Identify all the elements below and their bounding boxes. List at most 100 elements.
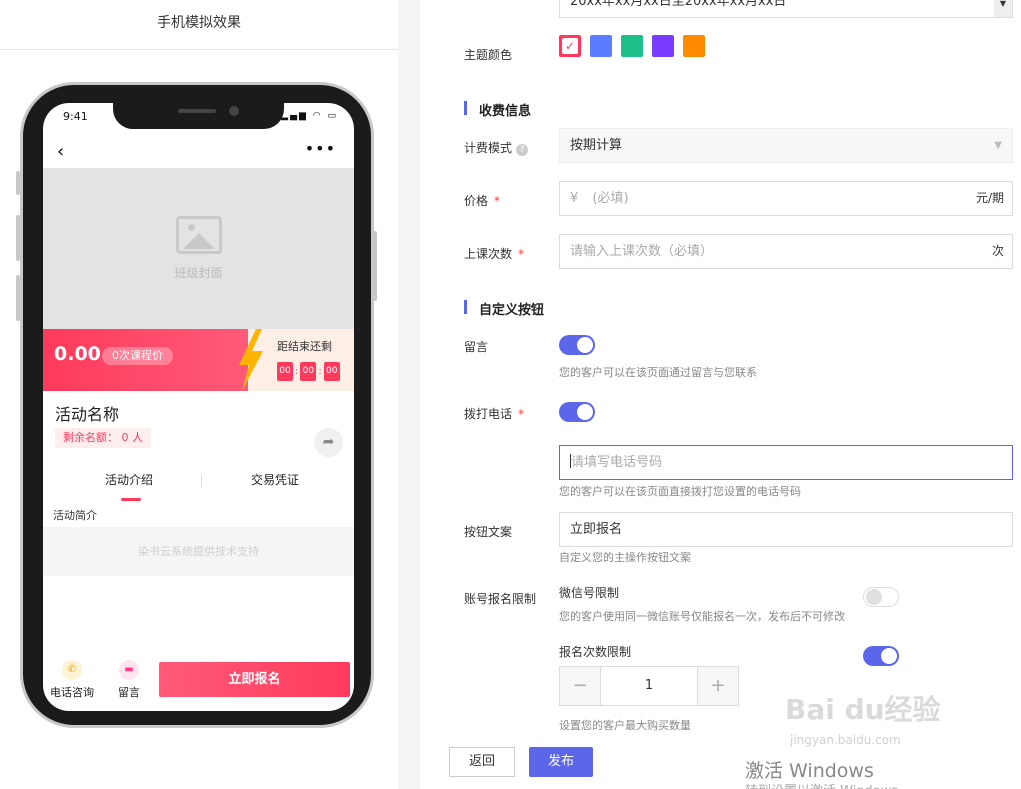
phone-consult-label: 电话咨询	[50, 686, 94, 699]
signal-wifi-battery-icon: ▂▄▆ ◠ ▭	[281, 111, 338, 121]
price-unit: 元/期	[975, 191, 1004, 205]
price-label: 价格 *	[464, 192, 500, 209]
countdown-hours: 00	[277, 362, 293, 381]
phone-number-placeholder: 请填写电话号码	[571, 455, 663, 470]
tab-divider	[201, 475, 202, 488]
call-hint: 您的客户可以在该页面直接拨打您设置的电话号码	[559, 485, 801, 498]
check-icon: ✓	[562, 38, 578, 54]
baidu-watermark-url: jingyan.baidu.com	[790, 733, 901, 747]
wechat-limit-toggle[interactable]	[863, 587, 899, 607]
lightning-icon	[239, 329, 263, 391]
countdown-separator: :	[318, 366, 322, 377]
minus-icon[interactable]: −	[560, 667, 600, 705]
baidu-watermark-logo: Bai du经验	[785, 693, 941, 726]
message-label: 留言	[118, 686, 140, 699]
billing-mode-text: 计费模式	[464, 141, 513, 155]
lessons-label-text: 上课次数	[464, 247, 513, 261]
lessons-input[interactable]: 请输入上课次数（必填） 次	[559, 234, 1013, 269]
bottom-action-bar: ✆ 电话咨询 ▬ 留言 立即报名	[43, 658, 354, 711]
price-label-text: 价格	[464, 194, 489, 208]
cover-label: 班级封面	[174, 266, 223, 280]
wechat-limit-hint: 您的客户使用同一微信账号仅能报名一次，发布后不可修改	[559, 610, 845, 623]
toggle-knob	[881, 648, 897, 664]
count-limit-hint: 设置您的客户最大购买数量	[559, 719, 691, 732]
billing-mode-label: 计费模式?	[464, 139, 529, 156]
theme-color-swatch-orange[interactable]	[683, 35, 705, 57]
call-label-text: 拨打电话	[464, 407, 513, 421]
price-input[interactable]: ¥ (必填) 元/期	[559, 181, 1013, 216]
phone-side-button	[16, 215, 20, 261]
required-mark: *	[518, 247, 525, 261]
settings-form: 20xx年xx月xx日至20xx年xx月xx日 ▼ 主题颜色 ✓ 收费信息 计费…	[420, 0, 1021, 789]
account-limit-label: 账号报名限制	[464, 592, 537, 606]
help-icon[interactable]: ?	[516, 144, 529, 156]
app-root: 手机模拟效果 9:41 ▂▄▆ ◠ ▭ ‹ ••• 班级封面 0.00 0次课程…	[0, 0, 1021, 789]
preview-title: 手机模拟效果	[0, 0, 398, 50]
chevron-down-icon: ▼	[994, 140, 1002, 151]
theme-color-swatch-green[interactable]	[621, 35, 643, 57]
dropdown-arrow-icon[interactable]: ▼	[994, 0, 1012, 17]
phone-side-button	[373, 231, 377, 301]
publish-button[interactable]: 发布	[529, 747, 593, 777]
theme-color-swatch-red[interactable]: ✓	[559, 35, 581, 57]
intro-label: 活动简介	[53, 509, 97, 522]
theme-color-swatch-purple[interactable]	[652, 35, 674, 57]
windows-activate-title: 激活 Windows	[745, 760, 874, 782]
button-text-label: 按钮文案	[464, 525, 513, 539]
toggle-knob	[577, 337, 593, 353]
count-limit-toggle[interactable]	[863, 646, 899, 666]
theme-color-swatch-blue[interactable]	[590, 35, 612, 57]
countdown-minutes: 00	[300, 362, 317, 381]
enroll-button[interactable]: 立即报名	[159, 662, 350, 697]
activity-name: 活动名称	[55, 405, 120, 424]
image-placeholder-icon	[176, 216, 222, 254]
phone-side-button	[16, 171, 20, 195]
phone-number-input[interactable]: 请填写电话号码	[559, 445, 1013, 480]
message-toggle[interactable]	[559, 335, 595, 355]
toggle-knob	[577, 404, 593, 420]
quantity-value[interactable]: 1	[600, 667, 698, 705]
preview-tabs: 活动介绍 交易凭证	[43, 471, 354, 505]
panel-gutter	[398, 0, 420, 789]
custom-button-section-title: 自定义按钮	[464, 299, 544, 318]
fee-section-title: 收费信息	[464, 100, 531, 119]
countdown-seconds: 00	[323, 362, 340, 381]
phone-side-button	[16, 275, 20, 321]
count-limit-label: 报名次数限制	[559, 645, 632, 659]
more-icon[interactable]: •••	[305, 139, 336, 158]
button-text-value: 立即报名	[570, 522, 623, 537]
back-button[interactable]: 返回	[449, 747, 515, 777]
price-value: 0.00	[54, 343, 101, 365]
message-toggle-label: 留言	[464, 340, 489, 354]
billing-mode-select[interactable]: 按期计算 ▼	[559, 128, 1013, 163]
camera-icon	[229, 106, 239, 116]
tab-activity-intro[interactable]: 活动介绍	[105, 471, 153, 488]
message-hint: 您的客户可以在该页面通过留言与您联系	[559, 366, 757, 379]
currency-symbol: ¥	[570, 191, 579, 206]
class-cover: 班级封面	[43, 168, 354, 329]
button-text-input[interactable]: 立即报名	[559, 512, 1013, 547]
back-arrow-icon[interactable]: ‹	[57, 141, 64, 162]
lessons-label: 上课次数 *	[464, 245, 524, 262]
preview-panel: 手机模拟效果 9:41 ▂▄▆ ◠ ▭ ‹ ••• 班级封面 0.00 0次课程…	[0, 0, 398, 789]
message-button[interactable]: ▬ 留言	[118, 660, 140, 700]
plus-icon[interactable]: +	[698, 667, 738, 705]
share-icon[interactable]: ➦	[314, 428, 343, 457]
phone-screen: 9:41 ▂▄▆ ◠ ▭ ‹ ••• 班级封面 0.00 0次课程价 距结束还剩…	[43, 103, 354, 711]
date-range-select[interactable]: 20xx年xx月xx日至20xx年xx月xx日 ▼	[559, 0, 1013, 18]
status-time: 9:41	[63, 110, 88, 123]
phone-icon: ✆	[62, 660, 82, 680]
theme-color-label: 主题颜色	[464, 48, 513, 62]
phone-notch	[113, 103, 284, 129]
message-icon: ▬	[119, 660, 139, 680]
lessons-placeholder: 请输入上课次数（必填）	[570, 244, 714, 259]
phone-consult-button[interactable]: ✆ 电话咨询	[50, 660, 94, 700]
price-banner: 0.00 0次课程价	[43, 329, 248, 391]
windows-activate-subtitle: 转到设置以激活 Windows	[745, 780, 898, 789]
countdown-label: 距结束还剩	[277, 340, 332, 353]
remaining-quota: 剩余名额： 0 人	[55, 428, 151, 448]
required-mark: *	[494, 194, 501, 208]
tab-transaction-proof[interactable]: 交易凭证	[251, 471, 299, 488]
call-toggle[interactable]	[559, 402, 595, 422]
call-toggle-label: 拨打电话 *	[464, 405, 524, 422]
